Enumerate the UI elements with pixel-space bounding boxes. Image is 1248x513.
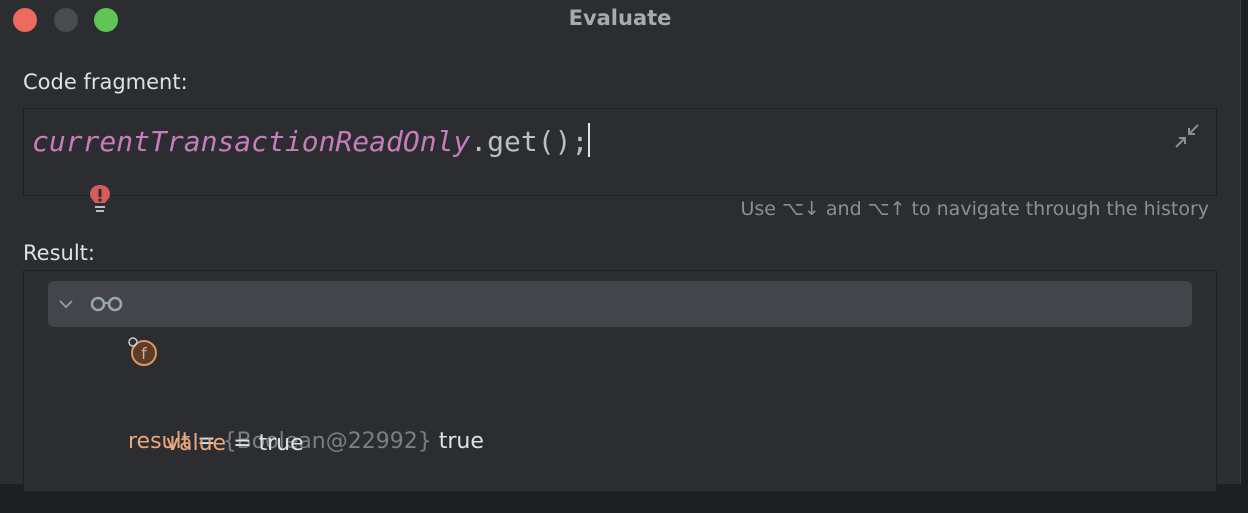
equals-sign: =: [226, 431, 259, 456]
var-value: true: [258, 431, 304, 456]
tree-row-value[interactable]: f value = true: [48, 329, 1192, 456]
evaluate-dialog: Evaluate Code fragment: currentTransacti…: [0, 0, 1241, 492]
history-hint: Use ⌥↓ and ⌥↑ to navigate through the hi…: [740, 198, 1210, 220]
error-bulb-icon[interactable]: [89, 184, 111, 216]
chevron-down-icon[interactable]: [58, 297, 74, 311]
code-fragment-label: Code fragment:: [23, 70, 188, 94]
result-tree: result = {Boolean@22992} true f value = …: [23, 270, 1217, 492]
var-value: true: [431, 429, 484, 454]
code-call: .get();: [470, 125, 589, 158]
var-name: value: [166, 431, 227, 456]
window-title: Evaluate: [568, 6, 672, 30]
watch-glasses-icon: [90, 296, 123, 312]
code-fragment-editor[interactable]: currentTransactionReadOnly.get();: [23, 108, 1217, 196]
collapse-icon[interactable]: [1172, 121, 1202, 151]
result-label: Result:: [23, 241, 95, 265]
text-caret: [588, 123, 591, 157]
field-icon: f: [128, 337, 157, 366]
code-field-name: currentTransactionReadOnly: [32, 125, 471, 158]
svg-text:f: f: [141, 344, 147, 363]
tree-row-result[interactable]: result = {Boolean@22992} true: [48, 281, 1192, 454]
